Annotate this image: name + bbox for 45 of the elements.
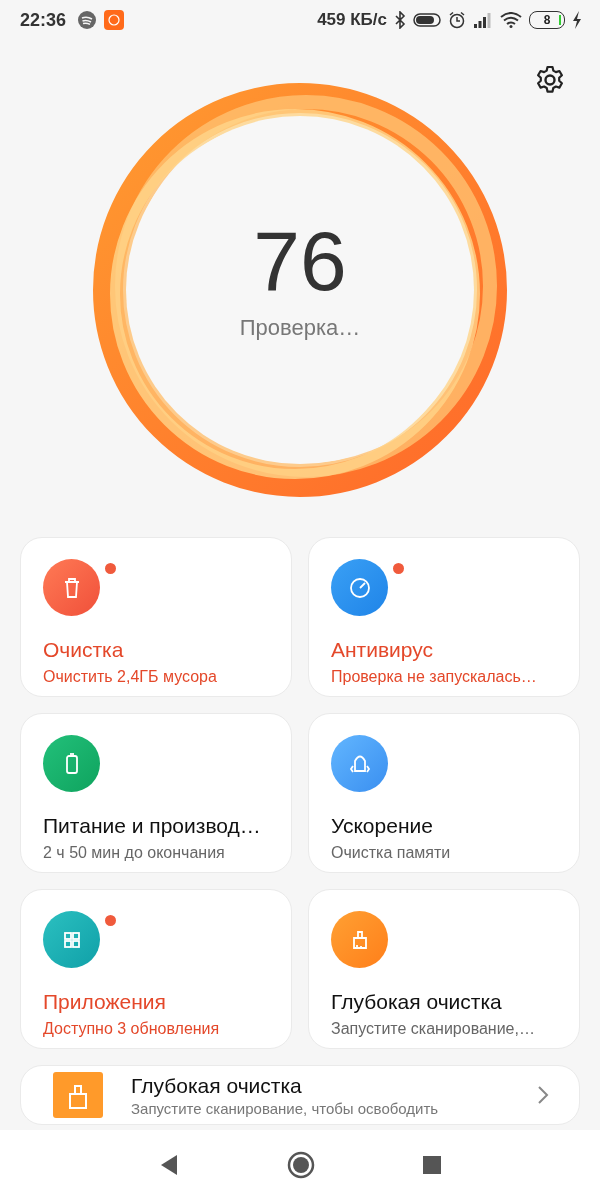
card-title: Приложения <box>43 990 167 1014</box>
app-notification-icon <box>104 10 125 30</box>
charging-icon <box>572 11 582 29</box>
chevron-right-icon <box>537 1085 549 1105</box>
battery-indicator: 8 <box>529 11 565 29</box>
card-subtitle: Доступно 3 обновления <box>43 1020 221 1038</box>
wifi-icon <box>500 12 522 28</box>
music-app-icon <box>77 10 98 30</box>
feature-card[interactable]: Антивирус Проверка не запускалась… <box>308 537 580 697</box>
settings-icon[interactable] <box>534 64 566 96</box>
rocket-icon <box>331 735 388 792</box>
card-title: Очистка <box>43 638 125 662</box>
battery-icon <box>43 735 100 792</box>
card-title: Глубокая очистка <box>331 990 503 1014</box>
card-subtitle: Очистить 2,4ГБ мусора <box>43 668 218 686</box>
card-title: Питание и производ… <box>43 814 262 838</box>
card-subtitle: Очистка памяти <box>331 844 452 862</box>
toggle-icon <box>413 12 441 28</box>
trash-icon <box>43 559 100 616</box>
gauge-icon <box>331 559 388 616</box>
feature-card[interactable]: Приложения Доступно 3 обновления <box>20 889 292 1049</box>
feature-card[interactable]: Ускорение Очистка памяти <box>308 713 580 873</box>
card-subtitle: Проверка не запускалась… <box>331 668 538 686</box>
card-subtitle: 2 ч 50 мин до окончания <box>43 844 226 862</box>
card-title: Антивирус <box>331 638 435 662</box>
feature-card[interactable]: Очистка Очистить 2,4ГБ мусора <box>20 537 292 697</box>
bluetooth-icon <box>394 11 406 29</box>
feature-card[interactable]: Питание и производ… 2 ч 50 мин до окончания <box>20 713 292 873</box>
alarm-icon <box>448 11 466 29</box>
banner-subtitle: Запустите сканирование, чтобы освободить <box>131 1099 440 1117</box>
brush-icon <box>53 1072 103 1118</box>
feature-card[interactable]: Глубокая очистка Запустите сканирование,… <box>308 889 580 1049</box>
card-title: Ускорение <box>331 814 434 838</box>
scan-status: Проверка… <box>239 315 361 341</box>
network-speed: 459 КБ/с <box>317 10 387 30</box>
deep-clean-banner[interactable]: Глубокая очистка Запустите сканирование, чтобы освободить <box>20 1065 580 1125</box>
back-button[interactable] <box>159 1154 179 1176</box>
card-subtitle: Запустите сканирование,… <box>331 1020 536 1038</box>
grid-icon <box>43 911 100 968</box>
brush-icon <box>331 911 388 968</box>
clock: 22:36 <box>20 9 67 31</box>
signal-icon <box>473 12 493 28</box>
score-value: 76 <box>253 219 347 303</box>
banner-title: Глубокая очистка <box>131 1073 303 1098</box>
home-button[interactable] <box>287 1151 315 1179</box>
